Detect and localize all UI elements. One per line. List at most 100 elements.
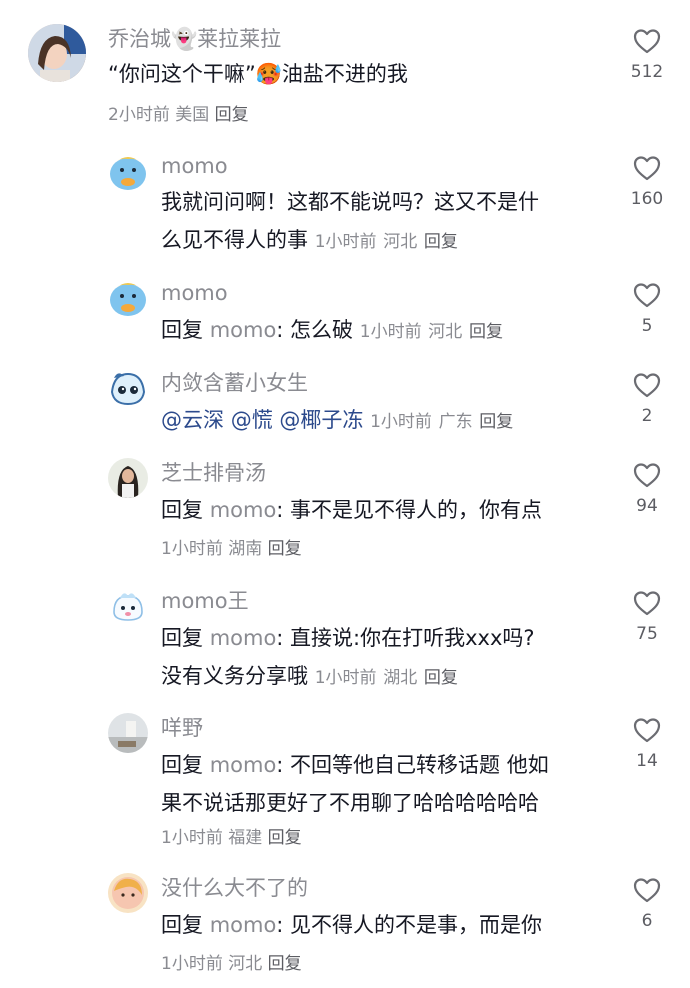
reply-item: 咩野 回复 momo: 不回等他自己转移话题 他如 果不说话那更好了不用聊了哈哈… <box>0 703 690 863</box>
heart-outline-icon <box>633 373 661 398</box>
like-button[interactable]: 14 <box>622 717 672 771</box>
comment-text-cont: 果不说话那更好了不用聊了哈哈哈哈哈哈 <box>161 791 539 815</box>
comment-text: “你问这个干嘛”🥵油盐不进的我 <box>108 62 408 86</box>
avatar[interactable] <box>108 873 148 913</box>
comment-location: 福建 <box>228 828 263 848</box>
comment-text-line: 回复 momo: 事不是见不得人的，你有点 <box>161 492 542 528</box>
reply-button[interactable]: 回复 <box>469 322 503 342</box>
like-count: 512 <box>630 62 664 82</box>
mention-link[interactable]: @椰子冻 <box>279 408 363 432</box>
reply-target[interactable]: momo <box>210 498 277 522</box>
comment-location: 湖南 <box>228 539 263 559</box>
comment-text-line2: 么见不得人的事 1小时前 河北 回复 <box>161 222 458 260</box>
like-button[interactable]: 2 <box>622 372 672 426</box>
reply-button[interactable]: 回复 <box>268 828 302 848</box>
comment-text-line: @云深 @慌 @椰子冻 1小时前 广东 回复 <box>161 402 513 440</box>
comment-author[interactable]: momo <box>161 280 228 306</box>
comment-time: 1小时前 <box>314 668 377 688</box>
comment-text-line: 回复 momo: 直接说:你在打听我xxx吗? <box>161 620 535 656</box>
reply-item: 芝士排骨汤 回复 momo: 事不是见不得人的，你有点 1小时前 湖南 回复 9… <box>0 448 690 568</box>
heart-outline-icon <box>633 463 661 488</box>
comment-text: : 见不得人的不是事，而是你 <box>276 913 543 937</box>
reply-button[interactable]: 回复 <box>268 954 302 974</box>
comment-time: 1小时前 <box>161 828 223 848</box>
comment-location: 广东 <box>438 412 473 432</box>
avatar[interactable] <box>108 368 148 408</box>
reply-item: momo 我就问问啊！这都不能说吗？这又不是什 么见不得人的事 1小时前 河北 … <box>0 140 690 260</box>
reply-prefix: 回复 <box>161 753 203 777</box>
comment-text: 我就问问啊！这都不能说吗？这又不是什 <box>161 190 539 214</box>
avatar[interactable] <box>108 713 148 753</box>
avatar[interactable] <box>108 152 148 192</box>
heart-outline-icon <box>633 878 661 903</box>
reply-item: momo 回复 momo: 怎么破 1小时前 河北 回复 5 <box>0 268 690 348</box>
comment-author[interactable]: 芝士排骨汤 <box>161 460 266 486</box>
avatar[interactable] <box>28 24 86 82</box>
comment-text-cont: 么见不得人的事 <box>161 228 308 252</box>
reply-target[interactable]: momo <box>210 753 277 777</box>
comment-author[interactable]: 没什么大不了的 <box>161 875 308 901</box>
comment-time: 2小时前 <box>108 105 170 125</box>
reply-button[interactable]: 回复 <box>215 105 249 125</box>
reply-target[interactable]: momo <box>210 318 277 342</box>
like-button[interactable]: 75 <box>622 590 672 644</box>
reply-target[interactable]: momo <box>210 626 277 650</box>
reply-button[interactable]: 回复 <box>424 668 458 688</box>
comment-author[interactable]: momo王 <box>161 588 249 614</box>
like-button[interactable]: 6 <box>622 877 672 931</box>
heart-outline-icon <box>633 283 661 308</box>
reply-prefix: 回复 <box>161 913 203 937</box>
comment-location: 河北 <box>228 954 263 974</box>
comment-text-line: 回复 momo: 怎么破 1小时前 河北 回复 <box>161 312 503 350</box>
reply-button[interactable]: 回复 <box>424 232 458 252</box>
comment-author[interactable]: 内敛含蓄小女生 <box>161 370 308 396</box>
comment-text-line: 回复 momo: 见不得人的不是事，而是你 <box>161 907 542 943</box>
comment-meta: 1小时前 福建 回复 <box>161 825 302 851</box>
like-button[interactable]: 94 <box>622 462 672 516</box>
like-count: 2 <box>641 406 653 426</box>
reply-button[interactable]: 回复 <box>479 412 513 432</box>
mention-link[interactable]: @慌 <box>231 408 273 432</box>
like-count: 94 <box>636 496 658 516</box>
like-button[interactable]: 5 <box>622 282 672 336</box>
comment-meta: 2小时前 美国 回复 <box>108 102 249 128</box>
reply-prefix: 回复 <box>161 318 203 342</box>
like-count: 160 <box>630 189 664 209</box>
heart-outline-icon <box>633 156 661 181</box>
like-count: 14 <box>636 751 658 771</box>
comment-location: 河北 <box>383 232 418 252</box>
like-count: 6 <box>641 911 653 931</box>
comment-text-line: 回复 momo: 不回等他自己转移话题 他如 <box>161 747 549 783</box>
comment-time: 1小时前 <box>314 232 377 252</box>
like-count: 75 <box>636 624 658 644</box>
like-count: 5 <box>641 316 653 336</box>
comment-time: 1小时前 <box>359 322 422 342</box>
comment-text-cont: 没有义务分享哦 <box>161 664 308 688</box>
reply-item: 内敛含蓄小女生 @云深 @慌 @椰子冻 1小时前 广东 回复 2 <box>0 358 690 438</box>
avatar[interactable] <box>108 458 148 498</box>
avatar[interactable] <box>108 586 148 626</box>
comment-text: : 直接说:你在打听我xxx吗? <box>276 626 535 650</box>
comment-meta: 1小时前 河北 回复 <box>161 951 302 977</box>
avatar[interactable] <box>108 278 148 318</box>
comment-text: : 怎么破 <box>276 318 354 342</box>
comment-time: 1小时前 <box>370 412 432 432</box>
like-button[interactable]: 512 <box>622 28 672 82</box>
reply-button[interactable]: 回复 <box>268 539 302 559</box>
reply-item: momo王 回复 momo: 直接说:你在打听我xxx吗? 没有义务分享哦 1小… <box>0 576 690 696</box>
comment-meta: 1小时前 湖南 回复 <box>161 536 302 562</box>
comment-text-line2: 没有义务分享哦 1小时前 湖北 回复 <box>161 658 458 696</box>
comment-text: : 事不是见不得人的，你有点 <box>276 498 543 522</box>
mention-link[interactable]: @云深 <box>161 408 224 432</box>
comment-author[interactable]: 咩野 <box>161 715 203 741</box>
heart-outline-icon <box>633 718 661 743</box>
comment-author[interactable]: momo <box>161 153 228 179</box>
comment-author[interactable]: 乔治城👻莱拉莱拉 <box>108 26 281 52</box>
comment-time: 1小时前 <box>161 954 223 974</box>
like-button[interactable]: 160 <box>622 155 672 209</box>
reply-prefix: 回复 <box>161 498 203 522</box>
comment-time: 1小时前 <box>161 539 223 559</box>
reply-target[interactable]: momo <box>210 913 277 937</box>
comment-location: 河北 <box>428 322 463 342</box>
heart-outline-icon <box>633 29 661 54</box>
